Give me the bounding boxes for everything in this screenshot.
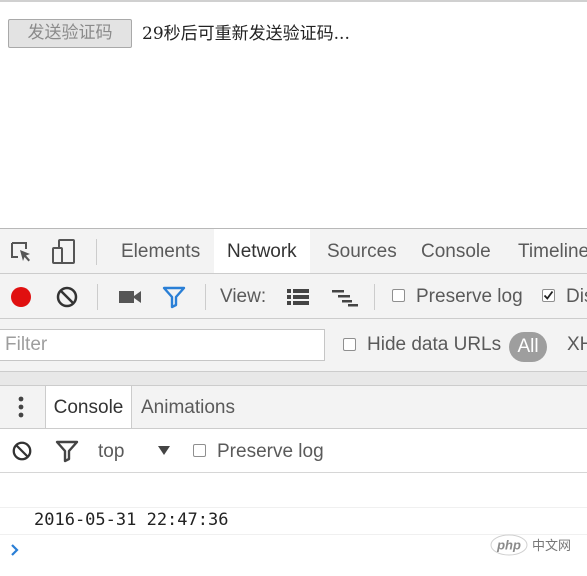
toolbar-divider bbox=[96, 239, 97, 265]
type-filter-xhr[interactable]: XH bbox=[567, 334, 587, 356]
send-code-button[interactable]: 发送验证码 bbox=[8, 19, 132, 48]
toolbar-divider bbox=[374, 284, 375, 310]
console-preserve-log-checkbox[interactable] bbox=[193, 444, 206, 457]
console-toolbar: top Preserve log bbox=[0, 429, 587, 473]
toolbar-divider bbox=[97, 284, 98, 310]
tab-console[interactable]: Console bbox=[410, 229, 502, 273]
network-filter-bar: Hide data URLs XH bbox=[0, 319, 587, 372]
drawer-tab-console[interactable]: Console bbox=[45, 386, 132, 428]
drawer-resizer[interactable] bbox=[0, 372, 587, 386]
filter-icon[interactable] bbox=[161, 285, 187, 309]
drawer-tab-animations[interactable]: Animations bbox=[141, 386, 235, 428]
countdown-text: 29秒后可重新发送验证码... bbox=[142, 24, 350, 44]
tab-timeline[interactable]: Timeline bbox=[508, 229, 587, 273]
web-page-viewport: 发送验证码 29秒后可重新发送验证码... bbox=[0, 0, 587, 228]
preserve-log-checkbox[interactable] bbox=[392, 289, 405, 302]
tab-elements[interactable]: Elements bbox=[110, 229, 211, 273]
record-icon[interactable] bbox=[9, 285, 33, 309]
svg-text:php: php bbox=[496, 538, 521, 553]
console-filter-icon[interactable] bbox=[54, 439, 80, 463]
drawer-tab-bar: Console Animations bbox=[0, 386, 587, 429]
console-prompt-chevron-icon bbox=[10, 543, 20, 562]
toolbar-divider bbox=[205, 284, 206, 310]
checkmark-icon bbox=[543, 290, 554, 300]
large-rows-icon[interactable] bbox=[285, 286, 311, 308]
php-cn-watermark: php 中文网 bbox=[490, 534, 580, 556]
tab-sources[interactable]: Sources bbox=[316, 229, 408, 273]
clear-console-icon[interactable] bbox=[10, 439, 34, 463]
more-options-icon[interactable] bbox=[10, 394, 32, 420]
disable-cache-checkbox[interactable] bbox=[542, 289, 555, 302]
device-mode-icon[interactable] bbox=[50, 238, 78, 266]
context-selector[interactable]: top bbox=[98, 441, 124, 463]
clear-icon[interactable] bbox=[55, 285, 79, 309]
devtools-tab-bar: Elements Network Sources Console Timelin… bbox=[0, 229, 587, 274]
inspect-element-icon[interactable] bbox=[8, 239, 34, 265]
network-toolbar: View: Preserve log Di bbox=[0, 274, 587, 319]
svg-text:中文网: 中文网 bbox=[532, 539, 571, 554]
filter-input[interactable] bbox=[0, 329, 325, 361]
hide-data-urls-label: Hide data URLs bbox=[367, 334, 502, 355]
dropdown-arrow-icon[interactable] bbox=[156, 443, 172, 457]
disable-cache-label: Dis bbox=[566, 286, 587, 307]
tab-network[interactable]: Network bbox=[214, 229, 310, 273]
view-label: View: bbox=[220, 286, 267, 307]
console-message: 2016-05-31 22:47:36 bbox=[0, 507, 587, 535]
devtools-panel: Elements Network Sources Console Timelin… bbox=[0, 228, 587, 576]
hide-data-urls-checkbox[interactable] bbox=[343, 338, 356, 351]
console-output: 2016-05-31 22:47:36 bbox=[0, 473, 587, 576]
type-filter-all[interactable]: All bbox=[509, 332, 547, 362]
preserve-log-label: Preserve log bbox=[416, 286, 523, 307]
video-camera-icon[interactable] bbox=[116, 286, 144, 308]
screen: 发送验证码 29秒后可重新发送验证码... Elements Network S… bbox=[0, 0, 587, 576]
console-preserve-log-label: Preserve log bbox=[217, 441, 324, 462]
console-message-text: 2016-05-31 22:47:36 bbox=[34, 510, 229, 530]
waterfall-icon[interactable] bbox=[330, 286, 360, 308]
